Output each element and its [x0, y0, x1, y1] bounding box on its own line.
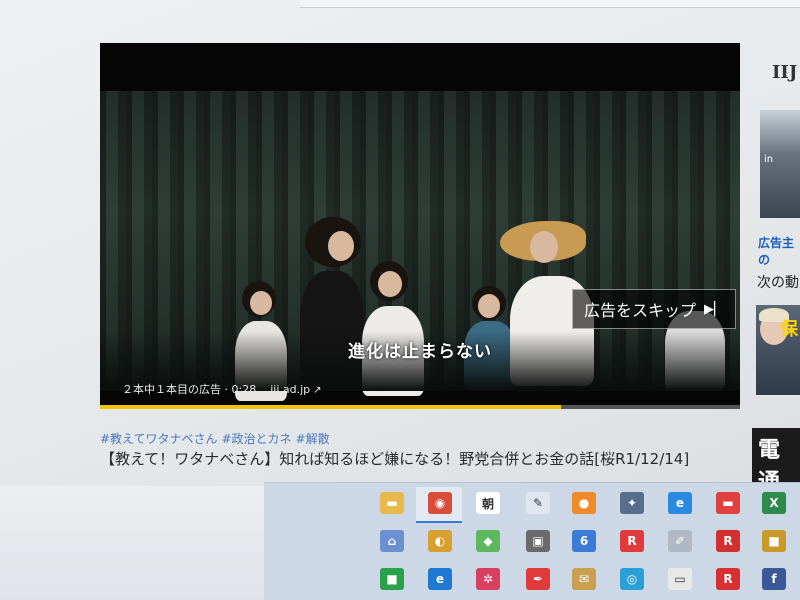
hashtag-link[interactable]: #政治とカネ: [221, 430, 291, 447]
asahi-icon[interactable]: 朝: [476, 492, 500, 514]
mail-icon[interactable]: ✉: [572, 568, 596, 590]
up-next-label: 次の動: [757, 275, 799, 291]
brush-icon[interactable]: ✐: [668, 530, 692, 552]
snow-icon[interactable]: ✲: [476, 568, 500, 590]
external-link-icon: ↗: [313, 384, 322, 396]
calendar-icon[interactable]: 6: [572, 530, 596, 552]
home-icon[interactable]: ⌂: [380, 530, 404, 552]
edge-icon[interactable]: e: [428, 568, 452, 590]
ad-domain-text: iij.ad.jp: [270, 382, 311, 396]
video-subtitle: 進化は止まらない: [348, 342, 492, 362]
green-app-icon[interactable]: ■: [380, 568, 404, 590]
dancer-face: [378, 271, 402, 297]
document-icon[interactable]: ▭: [668, 568, 692, 590]
video-hashtags: #教えてワタナベさん #政治とカネ #解散: [100, 430, 330, 447]
red-app-icon[interactable]: ▬: [716, 492, 740, 514]
sidebar-ad-logo[interactable]: IIJ: [772, 62, 797, 83]
hashtag-link[interactable]: #教えてワタナベさん: [100, 430, 217, 447]
ad-domain-link[interactable]: iij.ad.jp ↗: [270, 383, 321, 396]
hashtag-link[interactable]: #解散: [296, 430, 330, 447]
media-icon[interactable]: ●: [572, 492, 596, 514]
dancer-face: [250, 291, 272, 315]
next-video-thumbnail-2[interactable]: 電通: [752, 428, 800, 495]
facebook-icon[interactable]: f: [762, 568, 786, 590]
excel-icon[interactable]: X: [762, 492, 786, 514]
paint-icon[interactable]: ✎: [526, 492, 550, 514]
sidebar-ad-label[interactable]: 広告主の: [758, 234, 800, 268]
skip-ad-button[interactable]: 広告をスキップ ▶▏: [572, 289, 736, 329]
sidebar-ad-thumbnail[interactable]: in: [760, 110, 800, 218]
ad-progress-fill: [100, 405, 561, 409]
folder-icon[interactable]: ▬: [380, 492, 404, 514]
ad-progress-track[interactable]: [100, 405, 740, 409]
thumb2-text: 保: [780, 319, 798, 340]
dancer-face: [328, 231, 354, 261]
thumb1-text: in: [764, 154, 774, 165]
next-video-thumbnail[interactable]: 保: [756, 305, 800, 395]
pen-icon[interactable]: ✒: [526, 568, 550, 590]
globe-icon[interactable]: ◐: [428, 530, 452, 552]
search-app-icon[interactable]: ◎: [620, 568, 644, 590]
ie-icon[interactable]: e: [668, 492, 692, 514]
scanner-icon[interactable]: ▣: [526, 530, 550, 552]
dancer-face: [478, 294, 500, 318]
start-menu-left-pane: [0, 486, 264, 600]
evernote-icon[interactable]: ◆: [476, 530, 500, 552]
r-app3-icon[interactable]: R: [716, 568, 740, 590]
chrome-icon[interactable]: ◉: [428, 492, 452, 514]
bag-icon[interactable]: ■: [762, 530, 786, 552]
skip-next-icon: ▶▏: [704, 301, 724, 317]
ad-info-bar: ２本中１本目の広告 · 0:28 iij.ad.jp ↗: [122, 381, 322, 397]
skip-ad-label: 広告をスキップ: [583, 301, 696, 320]
video-title: 【教えて！ワタナベさん】知れば知るほど嫌になる！野党合併とお金の話[桜R1/12…: [100, 450, 690, 468]
r-app2-icon[interactable]: R: [716, 530, 740, 552]
r-app-icon[interactable]: R: [620, 530, 644, 552]
dancer-face: [530, 231, 558, 263]
ad-counter: ２本中１本目の広告 · 0:28: [122, 383, 257, 396]
video-player[interactable]: 進化は止まらない 広告をスキップ ▶▏ ２本中１本目の広告 · 0:28 iij…: [100, 43, 740, 409]
top-search-bar[interactable]: [300, 0, 800, 8]
tool-icon[interactable]: ✦: [620, 492, 644, 514]
